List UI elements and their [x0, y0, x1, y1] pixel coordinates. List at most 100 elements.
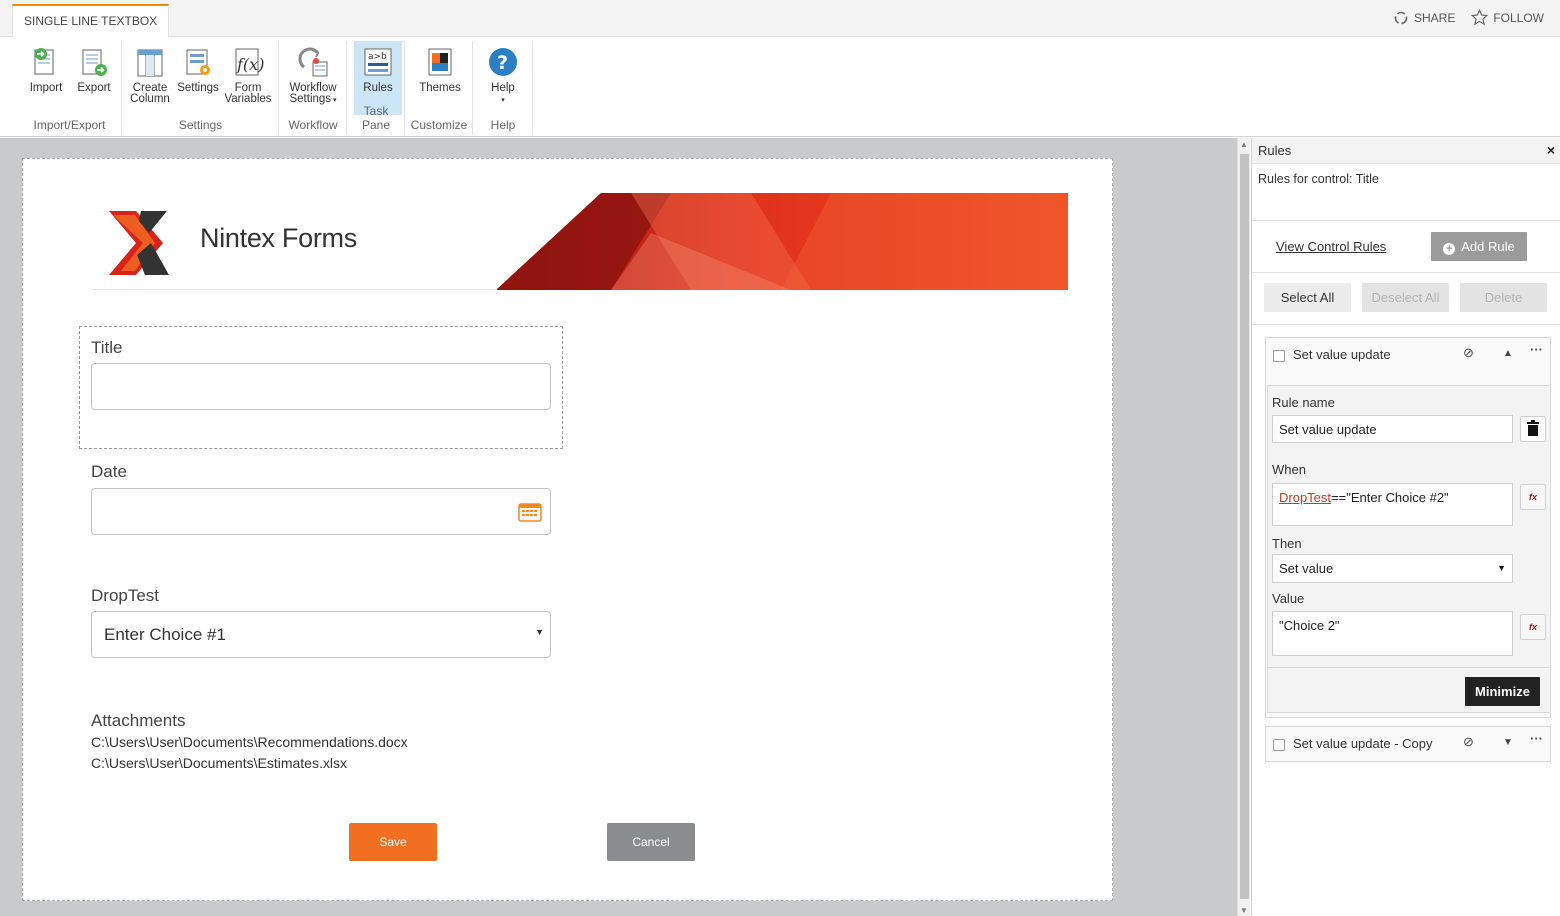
close-icon[interactable]: ×	[1547, 142, 1555, 158]
attachment-item[interactable]: C:\Users\User\Documents\Recommendations.…	[91, 734, 408, 750]
more-options-icon[interactable]: ···	[1530, 731, 1543, 746]
share-button[interactable]: SHARE	[1393, 9, 1455, 26]
date-input[interactable]	[91, 488, 551, 535]
rules-icon: a>b	[364, 48, 392, 76]
divider	[1252, 324, 1560, 325]
rule-card: Set value update ⊘ ▲ ··· Rule name Set v…	[1265, 337, 1551, 718]
when-expression: =="Enter Choice #2"	[1331, 490, 1449, 505]
disable-icon[interactable]: ⊘	[1463, 345, 1474, 361]
chevron-up-icon[interactable]: ▲	[1503, 348, 1513, 359]
create-column-button[interactable]: Create Column	[126, 41, 174, 115]
themes-button[interactable]: Themes	[416, 41, 464, 115]
ribbon-group-settings: Create Column Settings f(x) Form Variabl…	[123, 41, 279, 135]
date-label: Date	[91, 462, 127, 481]
function-icon: f(x)	[235, 48, 264, 76]
form-page: Nintex Forms Title Date DropTest Enter C…	[22, 158, 1113, 901]
delete-button[interactable]: Delete	[1460, 283, 1547, 312]
divider	[1268, 667, 1550, 668]
rule-checkbox[interactable]	[1273, 739, 1285, 751]
delete-rule-button[interactable]	[1520, 416, 1546, 442]
save-button[interactable]: Save	[349, 823, 437, 861]
plus-circle-icon: +	[1443, 243, 1456, 255]
scroll-down-icon[interactable]: ▼	[1240, 906, 1248, 915]
top-actions: SHARE FOLLOW	[1393, 9, 1544, 26]
settings-button[interactable]: Settings	[174, 41, 222, 115]
value-expression: "Choice 2"	[1279, 618, 1340, 633]
ribbon-group-label: Workflow	[288, 118, 338, 132]
cancel-button[interactable]: Cancel	[607, 823, 695, 861]
then-select[interactable]: Set value ▼	[1272, 554, 1513, 583]
import-button[interactable]: Import	[22, 41, 70, 115]
rule-checkbox[interactable]	[1273, 350, 1285, 362]
chevron-down-icon[interactable]: ▼	[1503, 737, 1513, 748]
when-label: When	[1272, 462, 1306, 477]
ribbon-group-customize: Themes Customize	[406, 41, 473, 135]
disable-icon[interactable]: ⊘	[1463, 734, 1474, 750]
form-variables-label-2: Variables	[224, 93, 272, 105]
follow-button[interactable]: FOLLOW	[1471, 9, 1544, 26]
trash-icon	[1527, 420, 1539, 436]
more-options-icon[interactable]: ···	[1530, 342, 1543, 357]
add-rule-button[interactable]: + Add Rule	[1431, 232, 1527, 261]
top-bar: SINGLE LINE TEXTBOX SHARE FOLLOW	[0, 0, 1560, 37]
ribbon-group-label: Task Pane	[361, 104, 391, 132]
select-all-button[interactable]: Select All	[1264, 283, 1351, 312]
calendar-icon[interactable]	[518, 502, 542, 522]
rule-name: Set value update - Copy	[1293, 736, 1433, 751]
rule-name-input[interactable]: Set value update	[1272, 415, 1513, 443]
rules-panel-header: Rules ×	[1252, 138, 1560, 164]
ribbon-group-workflow: Workflow Settings ▾ Workflow	[280, 41, 347, 135]
star-icon	[1471, 9, 1489, 26]
create-column-icon	[137, 49, 163, 77]
rule-header[interactable]: Set value update ⊘ ▲ ···	[1266, 338, 1550, 372]
scrollbar-thumb[interactable]	[1240, 154, 1249, 899]
settings-icon	[186, 49, 210, 75]
svg-text:?: ?	[497, 52, 508, 74]
svg-text:a>b: a>b	[368, 52, 387, 62]
rules-label: Rules	[363, 82, 393, 94]
ribbon-group-task-pane: a>b Rules Task Pane	[348, 41, 405, 135]
ribbon-group-label: Import/Export	[33, 118, 106, 132]
view-control-rules-link[interactable]: View Control Rules	[1276, 239, 1386, 254]
ribbon-group-import-export: Import Export Import/Export	[18, 41, 122, 135]
ribbon-group-help: ? Help ▾ Help	[474, 41, 533, 135]
when-input[interactable]: DropTest=="Enter Choice #2"	[1272, 483, 1513, 526]
import-icon	[34, 48, 54, 75]
deselect-all-button[interactable]: Deselect All	[1362, 283, 1449, 312]
nintex-logo-text: Nintex Forms	[200, 223, 357, 253]
form-canvas: Nintex Forms Title Date DropTest Enter C…	[0, 138, 1237, 916]
export-label: Export	[77, 82, 111, 94]
minimize-button[interactable]: Minimize	[1465, 677, 1540, 706]
workflow-settings-label-2: Settings	[289, 93, 332, 105]
formula-builder-button[interactable]: fx	[1520, 614, 1546, 640]
share-label: SHARE	[1413, 10, 1456, 25]
import-label: Import	[29, 82, 63, 94]
create-column-label-2: Column	[130, 93, 170, 105]
dropdown-arrow-icon: ▼	[1497, 563, 1506, 573]
workflow-settings-button[interactable]: Workflow Settings ▾	[284, 41, 342, 115]
export-button[interactable]: Export	[70, 41, 118, 115]
follow-label: FOLLOW	[1493, 10, 1544, 25]
value-input[interactable]: "Choice 2"	[1272, 611, 1513, 656]
ribbon-group-label: Help	[490, 118, 516, 132]
form-variables-button[interactable]: f(x) Form Variables	[224, 41, 272, 115]
title-input[interactable]	[91, 363, 551, 410]
rules-panel-subtitle: Rules for control: Title	[1258, 172, 1379, 186]
ribbon: Import Export Import/Export Create Colum…	[0, 37, 1560, 137]
help-button[interactable]: ? Help ▾	[479, 41, 527, 115]
when-field-reference[interactable]: DropTest	[1279, 490, 1331, 505]
dropdown-arrow-icon: ▼	[535, 627, 544, 637]
attachment-item[interactable]: C:\Users\User\Documents\Estimates.xlsx	[91, 755, 347, 771]
formula-builder-button[interactable]: fx	[1520, 484, 1546, 510]
canvas-scrollbar[interactable]: ▲ ▼	[1237, 138, 1250, 916]
rule-header[interactable]: Set value update - Copy ⊘ ▼ ···	[1266, 727, 1550, 761]
workflow-settings-icon	[298, 47, 328, 77]
scroll-up-icon[interactable]: ▲	[1240, 140, 1248, 149]
function-icon: fx	[1528, 622, 1537, 632]
banner-divider	[91, 289, 497, 290]
context-tab-single-line-textbox[interactable]: SINGLE LINE TEXTBOX	[12, 4, 170, 37]
then-label: Then	[1272, 536, 1302, 551]
droptest-select[interactable]: Enter Choice #1 ▼	[91, 611, 551, 658]
rules-panel-title: Rules	[1258, 143, 1292, 158]
ribbon-group-label: Settings	[178, 118, 223, 132]
